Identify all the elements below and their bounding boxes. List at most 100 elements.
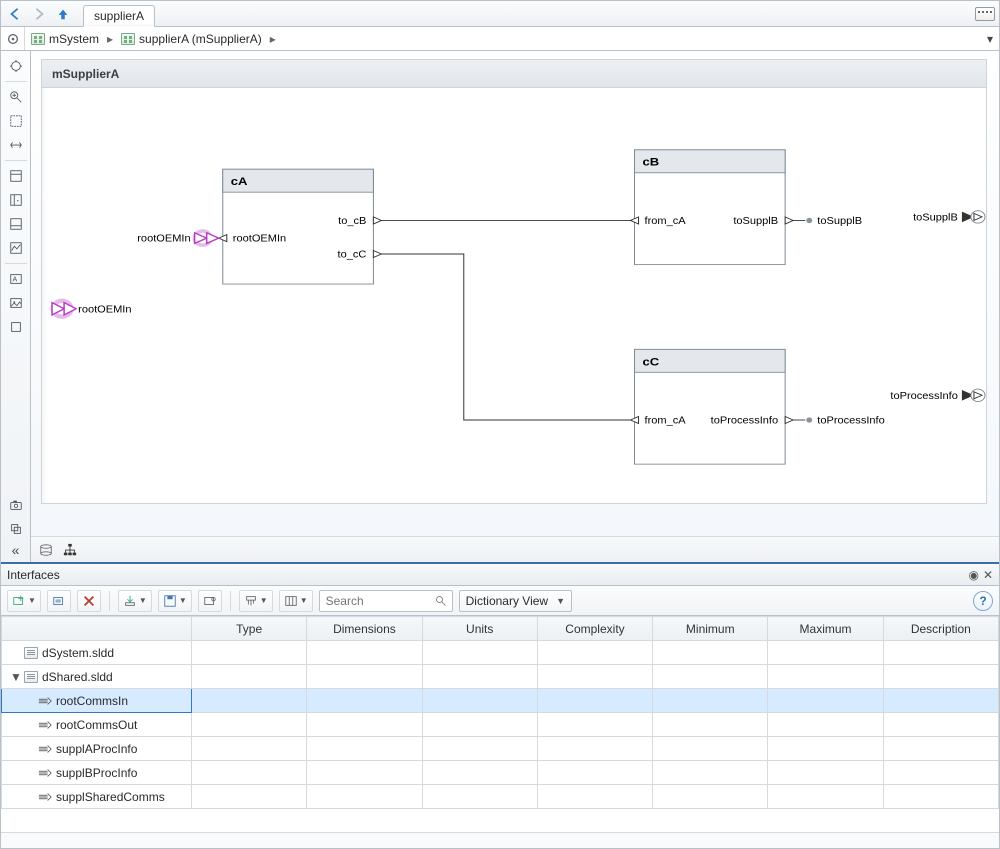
output-port-toSupplB[interactable]: toSupplB	[913, 211, 985, 224]
cell[interactable]	[768, 785, 883, 809]
cell[interactable]	[653, 785, 768, 809]
camera-icon[interactable]	[5, 494, 27, 516]
view-selector[interactable]: Dictionary View ▼	[459, 590, 572, 612]
cell[interactable]	[883, 761, 998, 785]
cell[interactable]	[192, 641, 307, 665]
cell[interactable]	[883, 689, 998, 713]
table-row[interactable]: rootCommsIn	[2, 689, 999, 713]
table-row[interactable]: dSystem.sldd	[2, 641, 999, 665]
port-rootOEMIn-external[interactable]	[195, 231, 219, 245]
block-cA[interactable]: cA rootOEMIn to_cB to_cC	[219, 169, 382, 284]
table-row[interactable]: supplAProcInfo	[2, 737, 999, 761]
cell[interactable]	[883, 641, 998, 665]
cell[interactable]	[307, 761, 422, 785]
cell[interactable]	[307, 713, 422, 737]
zoom-icon[interactable]	[5, 86, 27, 108]
delete-button[interactable]	[77, 590, 101, 612]
col-complexity[interactable]: Complexity	[537, 617, 652, 641]
disclosure-toggle[interactable]: ▼	[10, 670, 20, 684]
box-icon[interactable]	[5, 316, 27, 338]
cell[interactable]	[307, 641, 422, 665]
cell[interactable]	[768, 761, 883, 785]
panel-close-button[interactable]: ✕	[983, 568, 993, 582]
cell[interactable]	[422, 785, 537, 809]
cell[interactable]	[537, 713, 652, 737]
keyboard-icon[interactable]	[975, 7, 995, 21]
cell[interactable]	[883, 665, 998, 689]
cell[interactable]	[192, 665, 307, 689]
block-cB[interactable]: cB from_cA toSupplB	[630, 150, 793, 265]
tab-supplierA[interactable]: supplierA	[83, 5, 155, 27]
cell[interactable]	[768, 689, 883, 713]
cell[interactable]	[192, 737, 307, 761]
hide-browser-icon[interactable]	[5, 55, 27, 77]
panel-minimize-button[interactable]: ◉	[968, 568, 978, 582]
col-description[interactable]: Description	[883, 617, 998, 641]
breadcrumb-dropdown[interactable]: ▾	[981, 32, 999, 46]
add-interface-button[interactable]: ▼	[7, 590, 41, 612]
save-button[interactable]: ▼	[158, 590, 192, 612]
cell[interactable]	[883, 785, 998, 809]
cell[interactable]	[192, 761, 307, 785]
cell[interactable]	[653, 737, 768, 761]
col-units[interactable]: Units	[422, 617, 537, 641]
nav-forward-button[interactable]	[29, 5, 49, 23]
panel-top-icon[interactable]	[5, 165, 27, 187]
interfaces-grid[interactable]: Type Dimensions Units Complexity Minimum…	[1, 616, 999, 832]
root-port-rootOEMIn[interactable]	[52, 301, 76, 317]
cell[interactable]	[422, 665, 537, 689]
cell[interactable]	[537, 689, 652, 713]
col-dimensions[interactable]: Dimensions	[307, 617, 422, 641]
filter-button[interactable]: ▼	[239, 590, 273, 612]
output-port-toProcessInfo[interactable]: toProcessInfo	[890, 389, 985, 402]
breadcrumb-supplierA[interactable]: supplierA (mSupplierA)	[115, 32, 268, 46]
chart-icon[interactable]	[5, 237, 27, 259]
target-icon[interactable]	[1, 27, 25, 50]
panel-side-icon[interactable]: •	[5, 189, 27, 211]
cell[interactable]	[653, 641, 768, 665]
cell[interactable]	[307, 665, 422, 689]
cell[interactable]	[307, 689, 422, 713]
tree-column-header[interactable]	[2, 617, 192, 641]
table-row[interactable]: ▼dShared.sldd	[2, 665, 999, 689]
cell[interactable]	[537, 785, 652, 809]
search-input[interactable]	[320, 594, 430, 608]
nav-up-button[interactable]	[53, 5, 73, 23]
layers-icon[interactable]	[5, 518, 27, 540]
cell[interactable]	[653, 761, 768, 785]
cell[interactable]	[653, 689, 768, 713]
diagram[interactable]: cA rootOEMIn to_cB to_cC	[42, 88, 986, 503]
cell[interactable]	[768, 665, 883, 689]
hierarchy-icon[interactable]	[61, 542, 79, 558]
col-type[interactable]: Type	[192, 617, 307, 641]
cell[interactable]	[422, 713, 537, 737]
interfaces-search[interactable]	[319, 590, 453, 612]
cell[interactable]	[307, 785, 422, 809]
cell[interactable]	[422, 641, 537, 665]
table-row[interactable]: supplBProcInfo	[2, 761, 999, 785]
table-row[interactable]: rootCommsOut	[2, 713, 999, 737]
import-button[interactable]: ▼	[118, 590, 152, 612]
cell[interactable]	[768, 713, 883, 737]
columns-button[interactable]: ▼	[279, 590, 313, 612]
breadcrumb-mSystem[interactable]: mSystem	[25, 32, 105, 46]
canvas-viewport[interactable]: mSupplierA c	[31, 51, 999, 536]
panel-bottom-icon[interactable]	[5, 213, 27, 235]
fit-width-icon[interactable]	[5, 134, 27, 156]
annotation-icon[interactable]: A	[5, 268, 27, 290]
cell[interactable]	[537, 641, 652, 665]
cell[interactable]	[307, 737, 422, 761]
link-button[interactable]	[198, 590, 222, 612]
help-button[interactable]: ?	[973, 591, 993, 611]
cell[interactable]	[883, 713, 998, 737]
cell[interactable]	[192, 713, 307, 737]
cell[interactable]	[422, 737, 537, 761]
table-row[interactable]: supplSharedComms	[2, 785, 999, 809]
cell[interactable]	[192, 689, 307, 713]
cell[interactable]	[192, 785, 307, 809]
disk-icon[interactable]	[37, 542, 55, 558]
fit-icon[interactable]	[5, 110, 27, 132]
cell[interactable]	[653, 713, 768, 737]
image-icon[interactable]	[5, 292, 27, 314]
cell[interactable]	[768, 641, 883, 665]
